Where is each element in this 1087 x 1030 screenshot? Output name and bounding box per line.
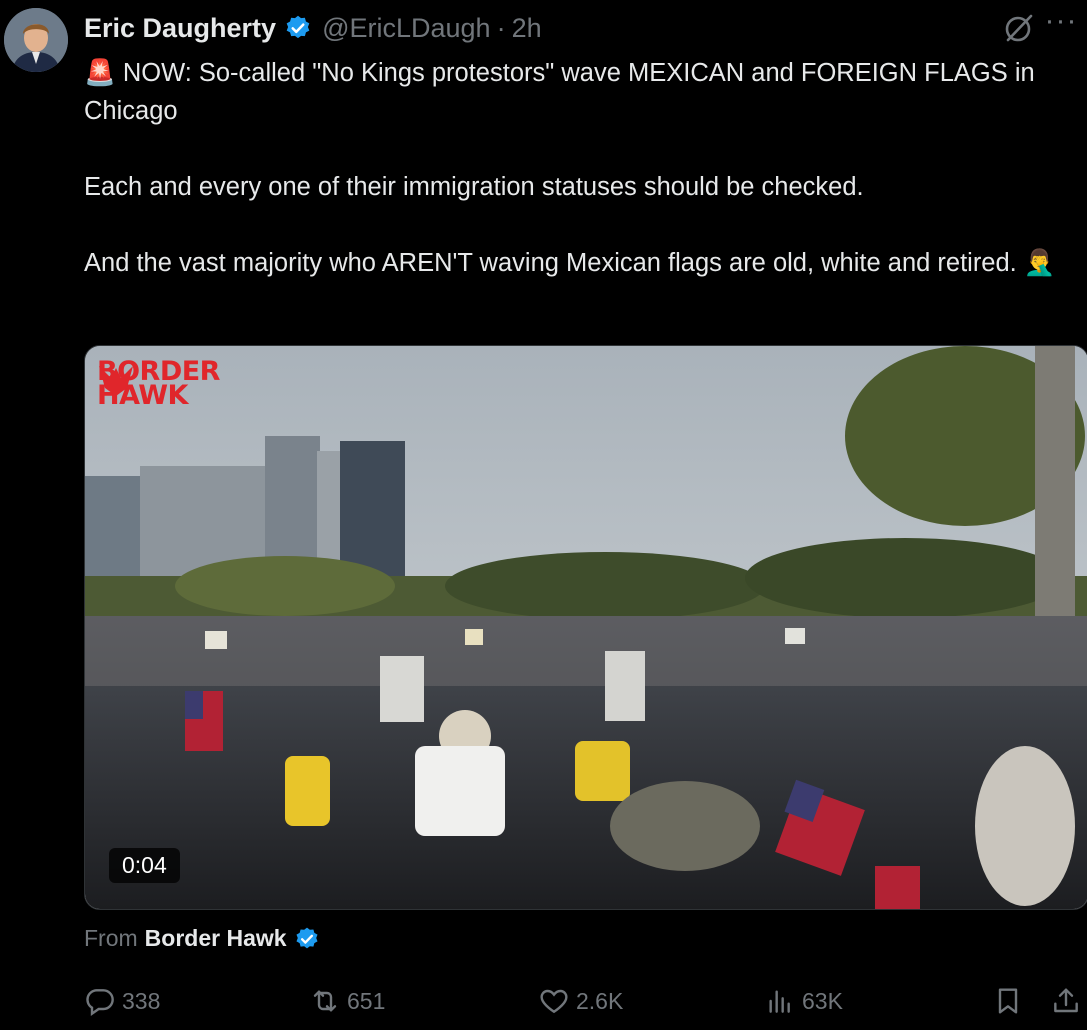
- like-button[interactable]: 2.6K: [538, 980, 623, 1022]
- media-source: From Border Hawk: [84, 925, 320, 952]
- repost-button[interactable]: 651: [309, 980, 385, 1022]
- verified-badge-icon: [296, 927, 318, 948]
- hawk-logo-icon: [99, 366, 133, 396]
- video-player[interactable]: BORDER HAWK 0:04: [84, 345, 1087, 910]
- source-name[interactable]: Border Hawk: [145, 925, 287, 952]
- post-text: 🚨 NOW: So-called "No Kings protestors" w…: [84, 59, 1056, 277]
- verified-badge-icon: [286, 15, 310, 39]
- source-label: From: [84, 925, 138, 951]
- video-duration: 0:04: [109, 848, 180, 883]
- video-thumbnail: [85, 346, 1087, 909]
- repost-icon: [313, 990, 337, 1012]
- like-icon: [540, 989, 568, 1014]
- reply-icon: [86, 989, 114, 1016]
- author-avatar[interactable]: [4, 8, 68, 72]
- share-icon: [1054, 988, 1078, 1013]
- author-handle[interactable]: @EricLDaugh: [322, 13, 491, 44]
- post-time[interactable]: 2h: [512, 13, 542, 44]
- separator-dot: ·: [496, 12, 506, 43]
- bookmark-button[interactable]: [992, 980, 1030, 1022]
- action-bar: 338 651 2.6K 63K: [84, 980, 1087, 1022]
- views-icon: [769, 990, 790, 1013]
- post-header: Eric Daugherty @EricLDaugh · 2h: [84, 10, 1087, 46]
- grok-icon[interactable]: [1003, 12, 1035, 44]
- view-count: 63K: [802, 987, 843, 1014]
- reply-count: 338: [122, 987, 161, 1014]
- like-count: 2.6K: [576, 987, 624, 1014]
- reply-button[interactable]: 338: [84, 980, 160, 1022]
- more-icon[interactable]: ···: [1041, 6, 1081, 42]
- views-button[interactable]: 63K: [764, 980, 843, 1022]
- repost-count: 651: [347, 987, 386, 1014]
- share-button[interactable]: [1050, 980, 1087, 1022]
- border-hawk-logo: BORDER HAWK: [97, 358, 220, 409]
- bookmark-icon: [998, 988, 1018, 1014]
- author-name[interactable]: Eric Daugherty: [84, 13, 276, 44]
- avatar-image: [4, 8, 68, 72]
